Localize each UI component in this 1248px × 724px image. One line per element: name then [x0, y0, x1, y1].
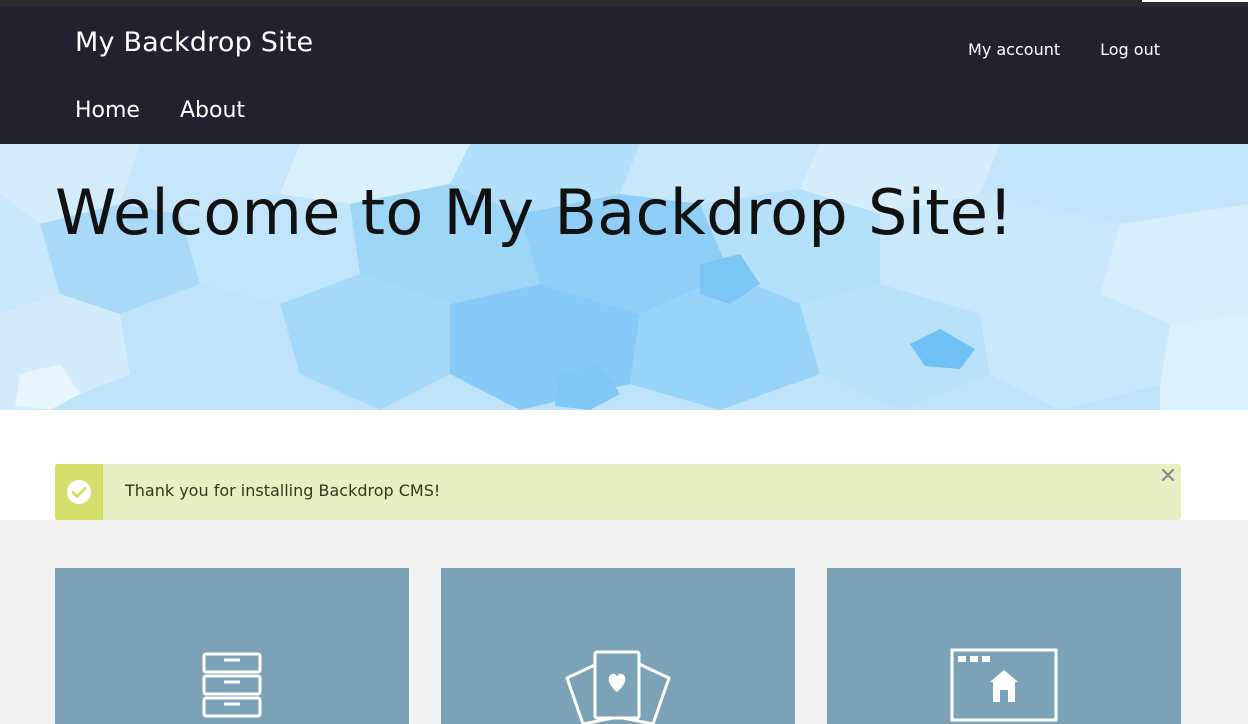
- feature-card-1[interactable]: [55, 568, 409, 724]
- log-out-link[interactable]: Log out: [1100, 40, 1160, 59]
- status-message: Thank you for installing Backdrop CMS!: [55, 464, 1181, 520]
- feature-cards: [55, 568, 1181, 724]
- site-header: My Backdrop Site My account Log out Home…: [0, 7, 1248, 144]
- close-message-button[interactable]: [1159, 466, 1177, 484]
- feature-card-3[interactable]: [827, 568, 1181, 724]
- file-cabinet-icon: [202, 652, 262, 718]
- admin-toolbar-strip: [0, 0, 1248, 7]
- admin-toolbar-highlight: [1142, 0, 1248, 2]
- main-menu: Home About: [75, 98, 245, 123]
- check-circle-icon: [67, 480, 91, 504]
- main-menu-about[interactable]: About: [180, 98, 245, 123]
- my-account-link[interactable]: My account: [968, 40, 1060, 59]
- account-menu: My account Log out: [968, 40, 1160, 59]
- status-icon-box: [55, 464, 103, 520]
- close-icon: [1162, 469, 1174, 481]
- status-message-text: Thank you for installing Backdrop CMS!: [125, 481, 441, 500]
- feature-card-2[interactable]: [441, 568, 795, 724]
- main-menu-home[interactable]: Home: [75, 98, 140, 123]
- site-name-link[interactable]: My Backdrop Site: [75, 27, 313, 58]
- browser-home-icon: [950, 648, 1058, 722]
- cards-heart-icon: [565, 650, 671, 724]
- hero-title: Welcome to My Backdrop Site!: [55, 176, 1014, 249]
- hero-banner: Welcome to My Backdrop Site!: [0, 144, 1248, 410]
